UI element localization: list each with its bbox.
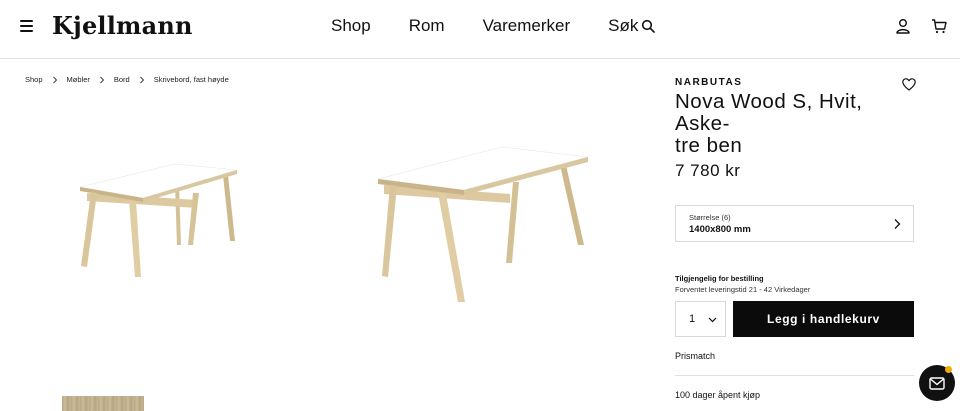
breadcrumb-shop[interactable]: Shop [25,75,43,84]
product-title-line-1: Nova Wood S, Hvit, Aske- [675,90,863,135]
nav-varemerker[interactable]: Varemerker [483,16,571,36]
notification-badge [945,366,952,373]
nav-rom[interactable]: Rom [409,16,445,36]
heart-icon[interactable] [902,78,916,91]
product-price: 7 780 kr [675,161,741,180]
breadcrumb: Shop Møbler Bord Skrivebord, fast høyde [25,75,229,84]
product-image-1[interactable] [25,95,325,365]
quantity-value: 1 [689,313,696,325]
search-icon [642,19,656,33]
nav-search-label: Søk [608,16,639,35]
product-info: NARBUTAS [675,77,915,88]
quantity-select[interactable]: 1 [675,301,726,337]
price-match-link[interactable]: Prismatch [675,351,715,361]
divider [675,375,914,376]
main-nav: Shop Rom Varemerker Søk [331,16,656,36]
product-brand[interactable]: NARBUTAS [675,77,915,88]
product-image-2[interactable] [330,95,645,365]
nav-shop[interactable]: Shop [331,16,371,36]
mail-icon [929,376,945,390]
size-selector[interactable]: Størrelse (6) 1400x800 mm [675,205,914,242]
site-logo[interactable]: Kjellmann [52,11,193,40]
cart-icon[interactable] [931,18,947,34]
chevron-right-icon [100,76,105,83]
delivery-estimate: Forventet leveringstid 21 - 42 Virkedage… [675,285,811,294]
chevron-down-icon [708,317,717,323]
site-header: Kjellmann Shop Rom Varemerker Søk [0,0,960,59]
breadcrumb-current: Skrivebord, fast høyde [153,75,229,84]
add-to-cart-button[interactable]: Legg i handlekurv [733,301,914,337]
product-title-line-2: tre ben [675,134,743,157]
chevron-right-icon [894,219,901,229]
product-thumbnail[interactable] [62,396,144,411]
size-value: 1400x800 mm [689,224,751,235]
open-purchase-info[interactable]: 100 dager åpent kjøp [675,390,760,400]
size-label: Størrelse (6) [689,213,731,222]
breadcrumb-mobler[interactable]: Møbler [67,75,90,84]
nav-search[interactable]: Søk [608,16,656,36]
chevron-right-icon [139,76,144,83]
menu-icon[interactable] [20,20,33,32]
product-title: Nova Wood S, Hvit, Aske- tre ben [675,91,915,157]
availability-title: Tilgjengelig for bestilling [675,274,764,283]
breadcrumb-bord[interactable]: Bord [114,75,130,84]
chevron-right-icon [52,76,57,83]
user-icon[interactable] [895,18,911,34]
